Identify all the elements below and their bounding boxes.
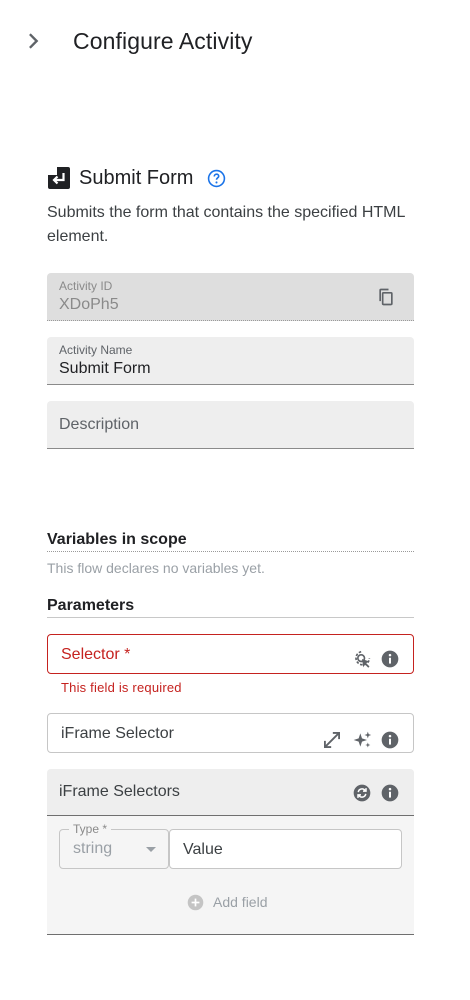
value-placeholder: Value	[183, 841, 223, 858]
caret-down-icon	[146, 847, 156, 852]
page-header: Configure Activity	[0, 0, 470, 84]
help-circle-icon[interactable]	[207, 169, 226, 188]
info-icon[interactable]	[380, 730, 400, 750]
activity-header: Submit Form	[47, 165, 427, 191]
info-icon[interactable]	[380, 783, 400, 803]
activity-name-label: Activity Name	[59, 343, 133, 357]
element-picker-icon[interactable]	[352, 649, 372, 669]
iframe-selector-label: iFrame Selector	[61, 725, 174, 742]
parameters-heading: Parameters	[47, 597, 414, 618]
activity-id-label: Activity ID	[59, 279, 113, 293]
activity-title: Submit Form	[79, 167, 194, 189]
variables-in-scope-heading: Variables in scope	[47, 531, 414, 552]
refresh-icon[interactable]	[352, 783, 372, 803]
description-placeholder: Description	[59, 416, 140, 433]
page-title: Configure Activity	[73, 28, 253, 54]
activity-id-value: XDoPh5	[59, 296, 119, 313]
activity-description: Submits the form that contains the speci…	[47, 204, 405, 245]
iframe-selectors-title: iFrame Selectors	[59, 783, 180, 800]
add-field-label: Add field	[213, 894, 268, 910]
activity-name-field[interactable]: Activity Name Submit Form	[47, 337, 414, 385]
activity-id-field[interactable]: Activity ID XDoPh5	[47, 273, 414, 321]
expand-icon[interactable]	[322, 730, 342, 750]
selector-field[interactable]: Selector *	[47, 634, 414, 674]
type-value: string	[73, 840, 113, 857]
iframe-selectors-panel: iFrame Selectors Type * string Value Add…	[47, 769, 414, 935]
type-label: Type *	[69, 822, 112, 836]
sparkle-icon[interactable]	[352, 730, 372, 750]
type-select[interactable]: Type * string	[59, 822, 169, 869]
copy-icon[interactable]	[376, 287, 396, 307]
chevron-right-icon[interactable]	[22, 30, 44, 52]
info-icon[interactable]	[380, 649, 400, 669]
selector-label: Selector *	[61, 646, 131, 663]
submit-form-icon	[48, 167, 70, 189]
value-input[interactable]: Value	[169, 829, 402, 869]
variables-hint: This flow declares no variables yet.	[47, 560, 265, 576]
activity-name-value: Submit Form	[59, 360, 151, 377]
selector-error-message: This field is required	[61, 680, 182, 695]
add-circle-icon	[187, 894, 204, 911]
description-field[interactable]: Description	[47, 401, 414, 449]
iframe-selectors-header[interactable]: iFrame Selectors	[47, 769, 414, 816]
iframe-selector-field[interactable]: iFrame Selector	[47, 713, 414, 753]
